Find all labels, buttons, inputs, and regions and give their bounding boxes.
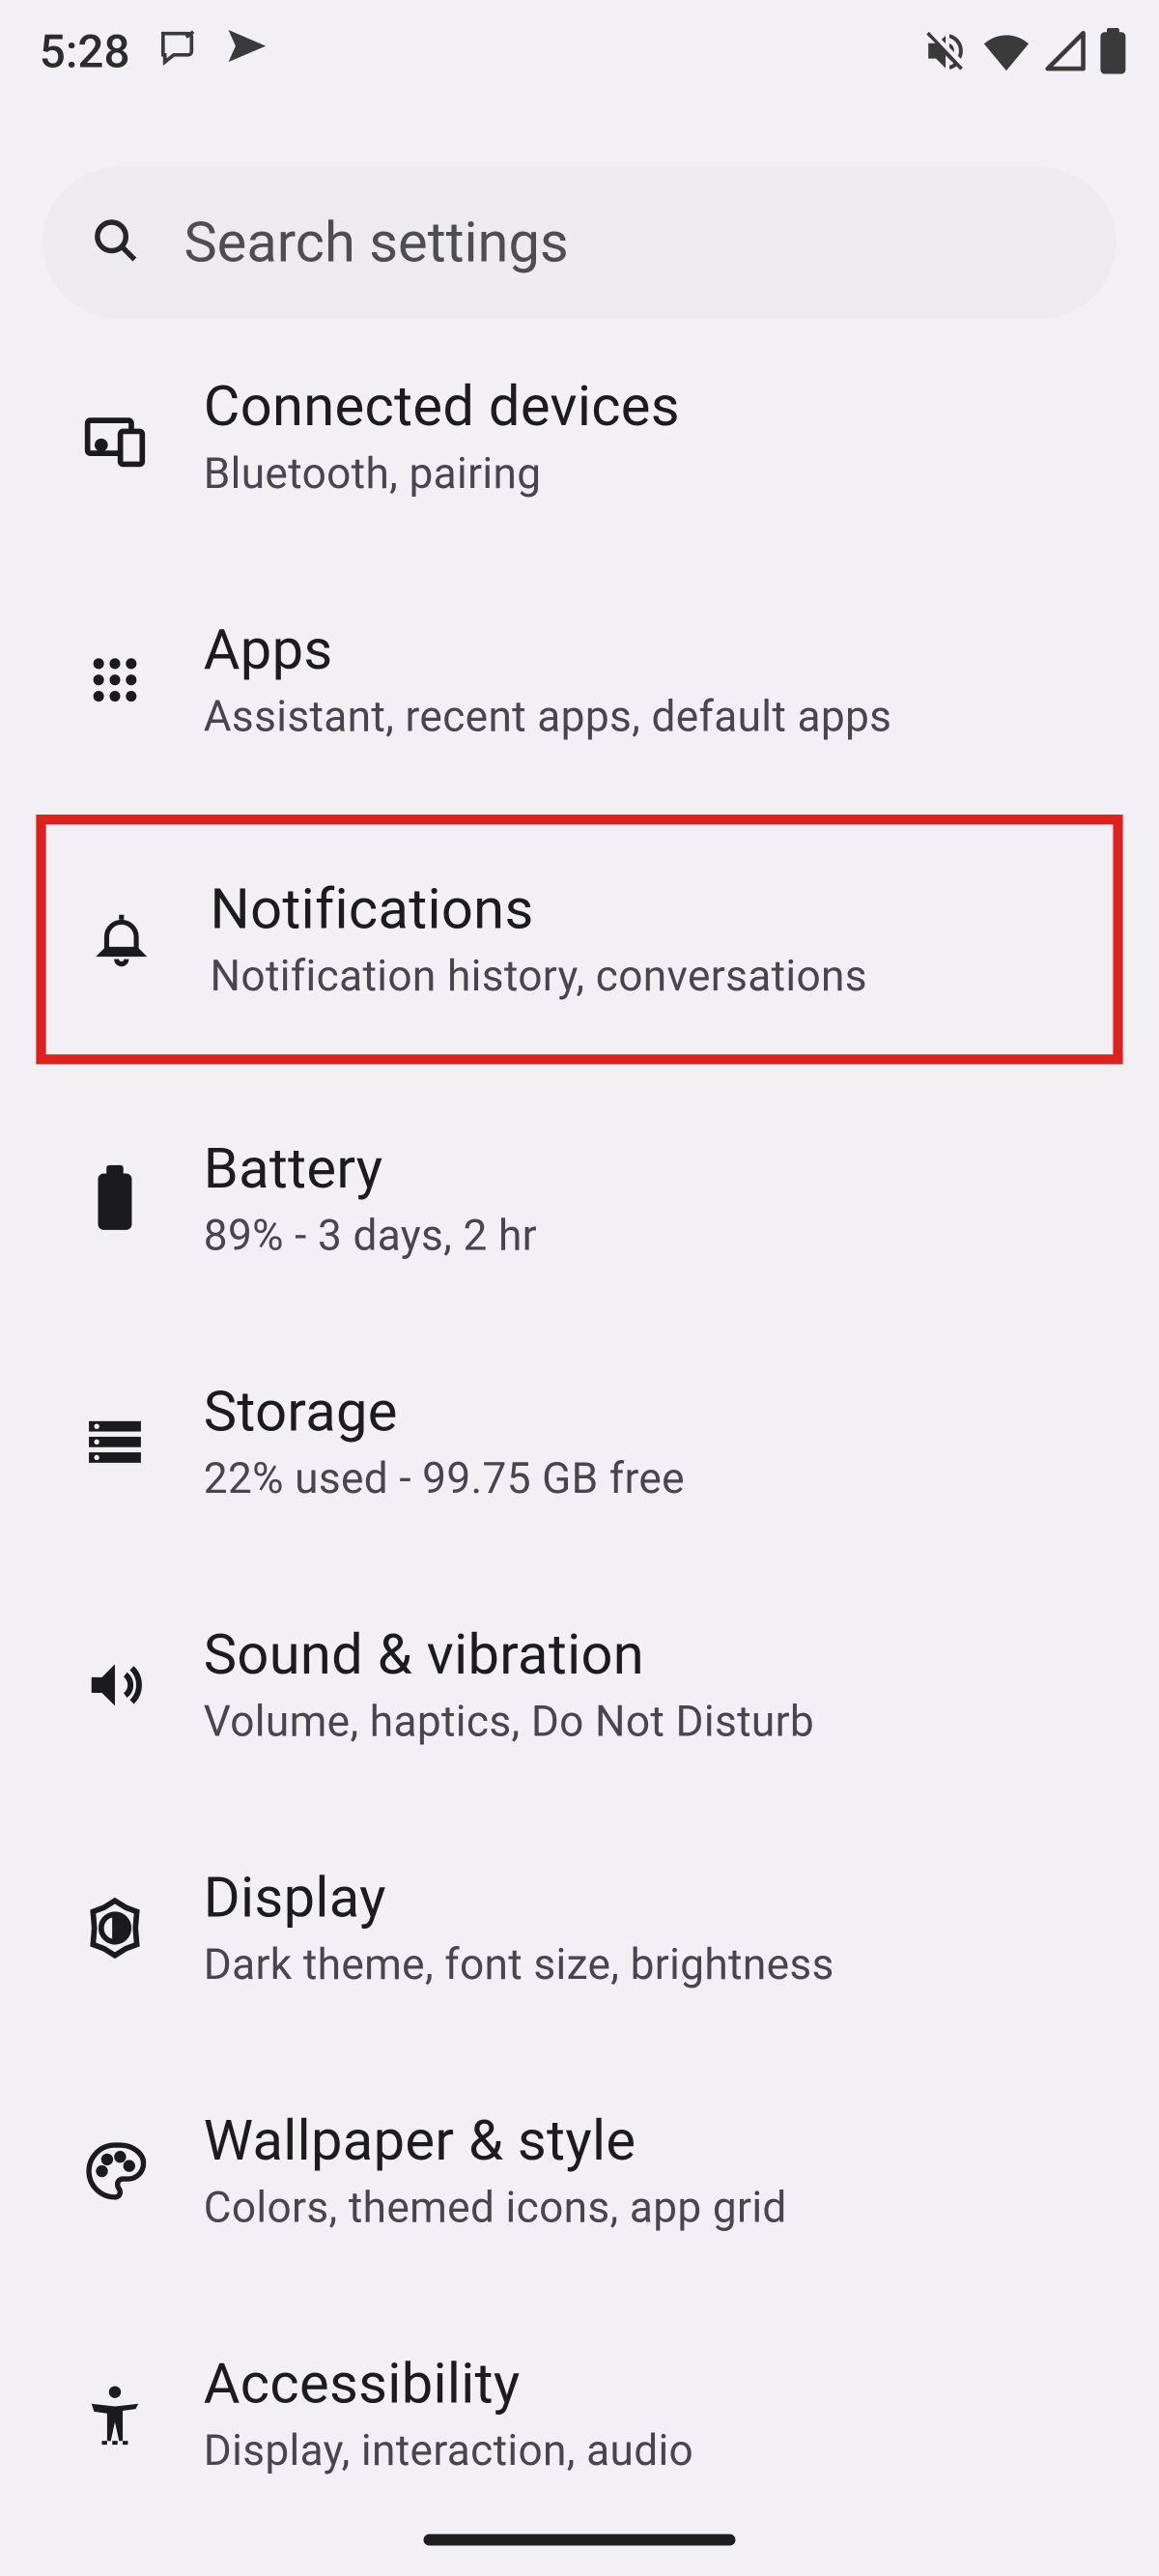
settings-item-accessibility[interactable]: Accessibility Display, interaction, audi… <box>0 2293 1159 2536</box>
brightness-icon <box>75 1895 155 1961</box>
volume-icon <box>75 1654 155 1717</box>
bell-icon <box>82 910 161 969</box>
item-title: Battery <box>204 1136 1117 1202</box>
item-title: Wallpaper & style <box>204 2108 1117 2174</box>
status-bar: 5:28 <box>0 0 1159 85</box>
item-title: Accessibility <box>204 2352 1117 2418</box>
item-subtitle: Display, interaction, audio <box>204 2427 1117 2476</box>
settings-item-storage[interactable]: Storage 22% used - 99.75 GB free <box>0 1321 1159 1564</box>
item-subtitle: 22% used - 99.75 GB free <box>204 1455 1117 1504</box>
settings-item-wallpaper[interactable]: Wallpaper & style Colors, themed icons, … <box>0 2049 1159 2293</box>
highlight-box: Notifications Notification history, conv… <box>36 815 1122 1064</box>
item-subtitle: Assistant, recent apps, default apps <box>204 693 1117 742</box>
accessibility-icon <box>75 2383 155 2446</box>
item-title: Connected devices <box>204 375 1117 441</box>
settings-item-notifications[interactable]: Notifications Notification history, conv… <box>46 824 1114 1054</box>
storage-icon <box>75 1411 155 1474</box>
status-bar-right <box>922 28 1126 74</box>
item-title: Apps <box>204 617 1117 683</box>
send-icon <box>225 24 268 78</box>
item-subtitle: Volume, haptics, Do Not Disturb <box>204 1698 1117 1747</box>
item-subtitle: Notification history, conversations <box>211 953 1071 1002</box>
settings-item-connected-devices[interactable]: Connected devices Bluetooth, pairing <box>0 342 1159 558</box>
item-subtitle: Dark theme, font size, brightness <box>204 1941 1117 1990</box>
search-icon <box>89 214 141 272</box>
search-placeholder: Search settings <box>184 211 568 276</box>
devices-icon <box>75 404 155 470</box>
item-title: Notifications <box>211 877 1071 943</box>
palette-icon <box>75 2140 155 2203</box>
item-subtitle: 89% - 3 days, 2 hr <box>204 1212 1117 1261</box>
item-subtitle: Colors, themed icons, app grid <box>204 2185 1117 2234</box>
wifi-icon <box>981 31 1031 71</box>
settings-item-display[interactable]: Display Dark theme, font size, brightnes… <box>0 1807 1159 2050</box>
item-title: Storage <box>204 1380 1117 1445</box>
battery-icon <box>1100 28 1126 74</box>
item-title: Display <box>204 1866 1117 1932</box>
settings-item-sound[interactable]: Sound & vibration Volume, haptics, Do No… <box>0 1563 1159 1807</box>
mute-icon <box>922 28 969 74</box>
settings-item-apps[interactable]: Apps Assistant, recent apps, default app… <box>0 558 1159 802</box>
item-subtitle: Bluetooth, pairing <box>204 450 1117 500</box>
signal-icon <box>1044 30 1087 72</box>
apps-icon <box>75 652 155 708</box>
settings-item-battery[interactable]: Battery 89% - 3 days, 2 hr <box>0 1077 1159 1321</box>
search-settings[interactable]: Search settings <box>42 167 1117 318</box>
navigation-handle[interactable] <box>424 2534 736 2546</box>
item-title: Sound & vibration <box>204 1622 1117 1688</box>
status-time: 5:28 <box>40 24 130 78</box>
battery-full-icon <box>75 1164 155 1233</box>
status-bar-left: 5:28 <box>40 24 268 78</box>
chat-icon <box>156 24 199 78</box>
